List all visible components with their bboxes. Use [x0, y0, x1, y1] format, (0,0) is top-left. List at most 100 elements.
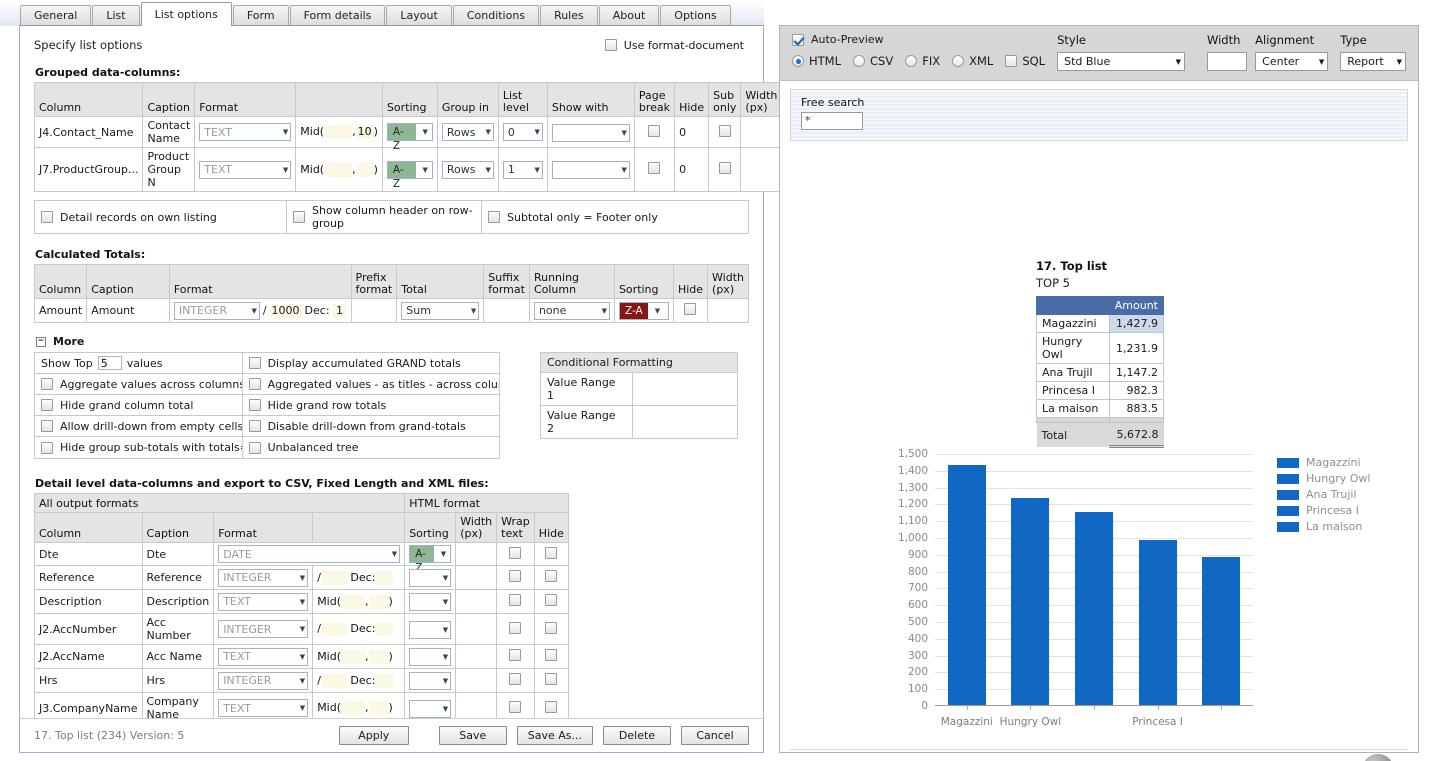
dropdown[interactable]: TEXT ▼ [199, 160, 292, 179]
cancel-button[interactable]: Cancel [681, 726, 749, 745]
format-option-csv[interactable]: CSV [853, 54, 893, 68]
mid-arg2-input[interactable] [368, 701, 389, 715]
more-option-left[interactable]: Hide group sub-totals with totals=0 [35, 437, 243, 458]
checkbox-box[interactable] [604, 39, 617, 51]
tab-list-options[interactable]: List options [140, 2, 232, 26]
tab-options[interactable]: Options [660, 5, 731, 26]
dropdown[interactable]: 0 ▼ [502, 123, 543, 141]
format-option-xml[interactable]: XML [952, 54, 993, 68]
tab-list[interactable]: List [92, 5, 140, 26]
option-detail-records[interactable]: Detail records on own listing [35, 201, 287, 233]
mid-arg1-input[interactable] [324, 125, 353, 139]
radio-button[interactable] [792, 55, 804, 67]
checkbox-box[interactable] [41, 441, 53, 454]
more-option-right[interactable]: Unbalanced tree [243, 437, 500, 458]
dropdown[interactable]: ▼ [551, 161, 630, 179]
dropdown[interactable]: ▼ [409, 620, 452, 639]
sorting-dropdown[interactable]: A-Z ▼ [386, 123, 433, 152]
radio-button[interactable] [952, 55, 965, 67]
tab-form-details[interactable]: Form details [289, 5, 386, 26]
collapse-icon[interactable]: − [36, 336, 46, 347]
more-option-right[interactable]: Display accumulated GRAND totals [242, 353, 500, 374]
dropdown[interactable]: ▼ [409, 569, 452, 587]
checkbox-box[interactable] [488, 211, 500, 223]
tab-layout[interactable]: Layout [386, 5, 452, 26]
divider-value[interactable]: 1000 [269, 303, 302, 318]
checkbox-box[interactable] [545, 649, 558, 661]
checkbox-box[interactable] [718, 162, 731, 174]
checkbox-box[interactable] [509, 546, 522, 559]
free-search-input[interactable]: * [801, 112, 863, 130]
checkbox-box[interactable] [248, 441, 261, 454]
more-option-right[interactable]: Aggregated values - as titles - across c… [242, 374, 500, 395]
more-option-right[interactable]: Disable drill-down from grand-totals [242, 416, 500, 437]
more-option-left[interactable]: Aggregate values across columns [35, 374, 243, 395]
dropdown[interactable]: INTEGER ▼ [218, 671, 309, 690]
checkbox-box[interactable] [509, 570, 522, 582]
checkbox-box[interactable] [545, 594, 558, 606]
checkbox-box[interactable] [684, 303, 697, 315]
checkbox-box[interactable] [509, 621, 522, 634]
mid-arg1-input[interactable] [324, 162, 353, 177]
divider-input[interactable] [320, 673, 347, 688]
dropdown[interactable]: ▼ [551, 123, 630, 142]
save-button[interactable]: Save [438, 726, 507, 745]
mid-arg1-input[interactable] [341, 649, 366, 664]
dropdown[interactable]: TEXT ▼ [218, 699, 309, 717]
dec-input[interactable] [375, 673, 394, 688]
format-option-fix[interactable]: FIX [905, 54, 940, 68]
dropdown[interactable]: INTEGER ▼ [218, 568, 309, 587]
more-option-left[interactable]: Hide grand column total [35, 395, 243, 416]
mid-arg2-input[interactable] [368, 649, 389, 664]
radio-button[interactable] [905, 55, 918, 67]
checkbox-box[interactable] [509, 594, 522, 606]
dropdown[interactable]: INTEGER ▼ [218, 620, 309, 638]
checkbox-box[interactable] [248, 399, 261, 411]
apply-button[interactable]: Apply [338, 726, 409, 745]
dropdown[interactable]: Rows ▼ [441, 160, 494, 179]
type-select[interactable]: Report ▼ [1340, 52, 1406, 71]
checkbox-box[interactable] [248, 378, 261, 390]
option-subtotal-only[interactable]: Subtotal only = Footer only [482, 201, 748, 233]
show-top-input[interactable]: 5 [97, 356, 122, 370]
mid-arg1-input[interactable] [341, 594, 366, 609]
checkbox-box[interactable] [545, 570, 558, 582]
checkbox-box[interactable] [509, 700, 522, 713]
style-select[interactable]: Std Blue ▼ [1057, 52, 1185, 71]
checkbox-box[interactable] [648, 124, 661, 137]
dropdown[interactable]: ▼ [409, 648, 452, 666]
checkbox-box[interactable] [545, 621, 558, 634]
dropdown[interactable]: 1 ▼ [502, 160, 543, 179]
checkbox-box[interactable] [248, 420, 261, 432]
format-option-html[interactable]: HTML [792, 54, 841, 68]
alignment-select[interactable]: Center ▼ [1255, 52, 1329, 71]
sorting-dropdown[interactable]: A-Z ▼ [409, 545, 452, 574]
tab-rules[interactable]: Rules [540, 5, 598, 26]
dropdown[interactable]: ▼ [409, 699, 452, 718]
dropdown[interactable]: ▼ [409, 672, 452, 690]
more-option-right[interactable]: Hide grand row totals [242, 395, 500, 416]
tab-about[interactable]: About [598, 5, 660, 26]
checkbox-box[interactable] [1005, 55, 1018, 67]
mid-arg2-input[interactable]: 10 [355, 125, 374, 139]
dropdown[interactable]: ▼ [409, 593, 452, 611]
radio-button[interactable] [853, 55, 866, 67]
dec-input[interactable] [375, 570, 394, 585]
checkbox-box[interactable] [545, 673, 558, 685]
tab-conditions[interactable]: Conditions [452, 5, 540, 26]
dropdown[interactable]: TEXT ▼ [218, 647, 309, 666]
checkbox-box[interactable] [41, 420, 53, 432]
dropdown[interactable]: DATE ▼ [218, 545, 401, 563]
mid-arg2-input[interactable] [355, 162, 374, 177]
option-show-column-header[interactable]: Show column header on row-group [287, 201, 482, 233]
more-section-toggle[interactable]: − More [36, 335, 749, 348]
auto-preview-checkbox[interactable] [792, 33, 804, 46]
dropdown[interactable]: none ▼ [533, 301, 610, 320]
dec-value-input[interactable]: 1 [332, 303, 347, 318]
checkbox-box[interactable] [248, 357, 261, 369]
checkbox-box[interactable] [648, 162, 661, 174]
divider-input[interactable] [320, 570, 347, 585]
dec-input[interactable] [375, 622, 394, 636]
tab-general[interactable]: General [20, 5, 92, 26]
value-range-1-input[interactable] [633, 373, 737, 405]
